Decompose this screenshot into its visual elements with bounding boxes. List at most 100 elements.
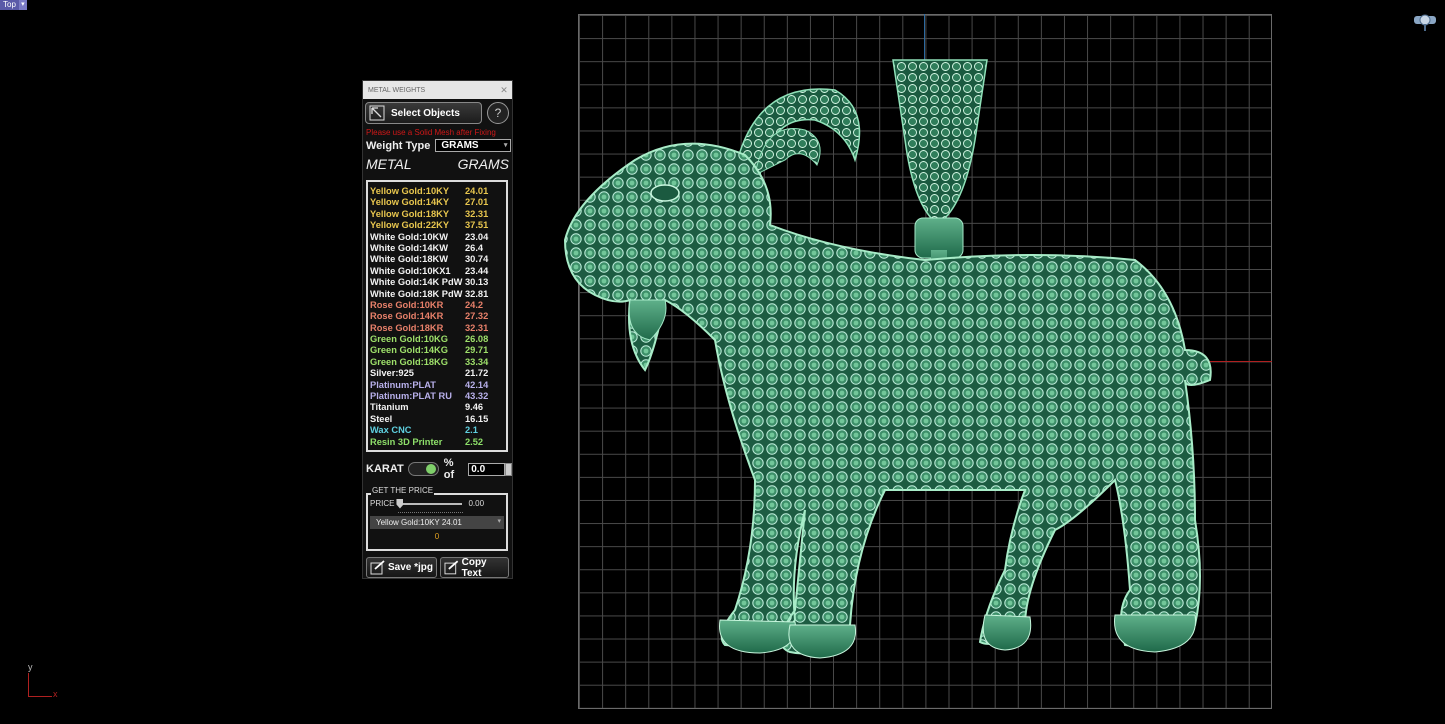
metal-name: Titanium [370, 402, 409, 413]
metal-grams: 23.04 [465, 231, 489, 242]
metal-name: Green Gold:18KG [370, 356, 449, 367]
hoof [982, 614, 1032, 651]
metal-grams: 43.32 [465, 391, 489, 402]
metal-name: Steel [370, 413, 393, 424]
metal-grams: 23.44 [465, 265, 489, 276]
metal-grams: 30.74 [465, 254, 489, 265]
goat-body [563, 142, 1212, 655]
metal-name: Green Gold:10KG [370, 334, 449, 345]
metal-grams: 29.71 [465, 345, 489, 356]
slider-ticks [398, 508, 463, 513]
triad-x-label: x [53, 689, 58, 699]
metal-name: White Gold:10KX1 [370, 265, 451, 276]
price-slider-track [397, 502, 463, 505]
close-icon[interactable]: ✕ [499, 85, 509, 95]
karat-toggle[interactable] [407, 462, 439, 476]
axis-triad: y x [24, 662, 64, 700]
metal-weights-panel: METAL WEIGHTS ✕ Select Objects ? Please … [362, 80, 513, 579]
metal-grams: 27.01 [465, 197, 489, 208]
select-objects-icon [369, 105, 385, 121]
metal-weight-row: Wax CNC 2.1 [370, 425, 506, 436]
grams-column-header: GRAMS [457, 156, 509, 172]
metal-name: White Gold:18KW [370, 254, 448, 265]
goat-pendant-model[interactable] [555, 50, 1225, 665]
price-group-title: GET THE PRICE [371, 486, 435, 495]
chevron-down-icon: ▾ [503, 142, 508, 149]
weight-type-label: Weight Type [366, 139, 431, 152]
metal-name: Platinum:PLAT [370, 379, 436, 390]
metal-grams: 30.13 [465, 277, 489, 288]
metal-weight-row: Yellow Gold:18KY 32.31 [370, 209, 506, 220]
hoof [1114, 614, 1196, 653]
metal-name: White Gold:14KW [370, 242, 448, 253]
price-value: 0.00 [468, 499, 485, 508]
metal-grams: 26.4 [465, 242, 484, 253]
metal-name: Wax CNC [370, 425, 412, 436]
panel-titlebar[interactable]: METAL WEIGHTS ✕ [363, 81, 512, 99]
metal-weight-row: White Gold:10KX1 23.44 [370, 266, 506, 277]
price-total: 0 [434, 532, 440, 541]
metal-grams: 26.08 [465, 334, 489, 345]
copy-text-button[interactable]: Copy Text [440, 556, 509, 579]
metal-weight-row: Rose Gold:14KR 27.32 [370, 311, 506, 322]
metal-grams: 2.52 [465, 436, 484, 447]
metal-grams: 32.31 [465, 208, 489, 219]
percent-spinner[interactable] [505, 462, 512, 476]
percent-of-label: % of [443, 457, 455, 481]
solid-mesh-warning: Please use a Solid Mesh after Fixing [366, 128, 496, 137]
metal-weight-row: Platinum:PLAT 42.14 [370, 380, 506, 391]
metal-name: Silver:925 [370, 368, 414, 379]
metal-grams: 42.14 [465, 379, 489, 390]
viewport-dropdown-icon[interactable]: ▾ [18, 0, 27, 10]
get-the-price-group: GET THE PRICE PRICE 0.00 Yellow Gold:10K… [366, 486, 508, 551]
triad-y-label: y [28, 662, 33, 672]
metal-grams: 2.1 [465, 425, 478, 436]
viewport-label-text: Top [3, 0, 16, 9]
metal-weight-row: Green Gold:10KG 26.08 [370, 334, 506, 345]
karat-label: KARAT [366, 463, 404, 475]
metal-weight-row: White Gold:18KW 30.74 [370, 254, 506, 265]
weight-type-select[interactable]: GRAMS ▾ [435, 139, 512, 152]
metal-combo[interactable]: Yellow Gold:10KY 24.01 ▾ [370, 516, 504, 529]
metal-name: White Gold:10KW [370, 231, 448, 242]
price-slider[interactable] [396, 498, 463, 509]
metal-weight-row: Platinum:PLAT RU 43.32 [370, 391, 506, 402]
weight-type-value: GRAMS [441, 140, 479, 151]
metal-weight-row: Steel 16.15 [370, 414, 506, 425]
goat-eye [650, 184, 680, 202]
metal-grams: 16.15 [465, 413, 489, 424]
metal-weights-list: Yellow Gold:10KY 24.01 Yellow Gold:14KY 27.… [366, 180, 508, 452]
metal-name: Platinum:PLAT RU [370, 391, 452, 402]
metal-grams: 33.34 [465, 356, 489, 367]
metal-name: Resin 3D Printer [370, 436, 443, 447]
select-objects-button[interactable]: Select Objects [365, 102, 482, 124]
price-label: PRICE [370, 499, 395, 508]
metal-name: White Gold:14K PdW [370, 277, 463, 288]
copy-text-label: Copy Text [461, 556, 487, 579]
triad-x-line [28, 696, 52, 697]
metal-weight-row: Yellow Gold:22KY 37.51 [370, 220, 506, 231]
metal-weight-row: Silver:925 21.72 [370, 368, 506, 379]
save-jpg-label: Save *jpg [388, 562, 434, 573]
metal-weight-row: White Gold:14K PdW 30.13 [370, 277, 506, 288]
metal-weight-row: Yellow Gold:14KY 27.01 [370, 197, 506, 208]
metal-name: Yellow Gold:10KY [370, 186, 450, 196]
save-jpg-button[interactable]: Save *jpg [366, 557, 437, 578]
metal-name: Yellow Gold:18KY [370, 208, 450, 219]
percent-input[interactable]: 0.0 [468, 462, 506, 476]
bail [892, 59, 988, 221]
metal-weight-row: White Gold:14KW 26.4 [370, 243, 506, 254]
price-slider-thumb[interactable] [396, 498, 404, 509]
metal-weight-row: Resin 3D Printer 2.52 [370, 437, 506, 448]
save-icon [370, 560, 385, 575]
metal-weight-row: Green Gold:14KG 29.71 [370, 345, 506, 356]
navigation-gizmo-icon[interactable] [1412, 11, 1438, 31]
metal-name: Rose Gold:18KR [370, 322, 444, 333]
metal-weight-row: Yellow Gold:10KY 24.01 [370, 186, 506, 197]
metal-grams: 24.01 [465, 186, 489, 196]
help-button[interactable]: ? [487, 102, 509, 124]
viewport-label[interactable]: Top ▾ [0, 0, 27, 10]
metal-weight-row: White Gold:18K PdW 32.81 [370, 289, 506, 300]
hoof [788, 624, 857, 659]
metal-name: Green Gold:14KG [370, 345, 449, 356]
